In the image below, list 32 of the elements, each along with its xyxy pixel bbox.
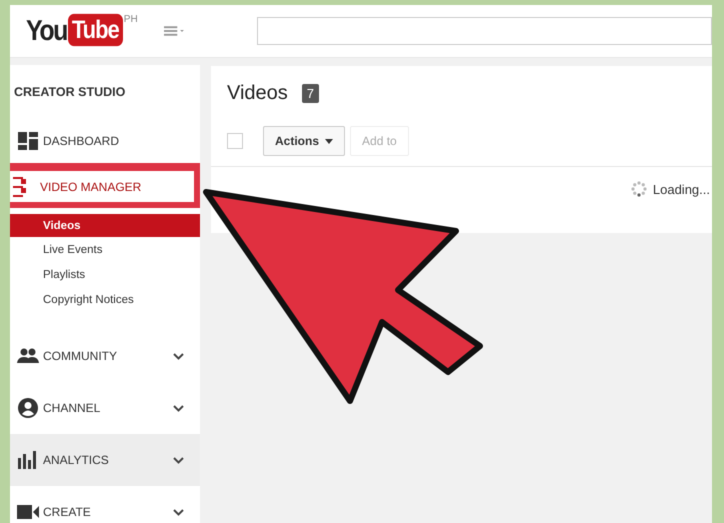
region-label: PH <box>124 14 138 25</box>
submenu-item[interactable]: Copyright Notices <box>10 287 200 312</box>
chevron-down-icon[interactable] <box>173 352 184 360</box>
search-field[interactable] <box>256 17 712 45</box>
page-title: Videos <box>227 82 288 105</box>
chevron-down-icon[interactable] <box>173 508 184 516</box>
people-icon <box>16 348 38 364</box>
dashboard-icon <box>18 132 38 150</box>
sidebar-item[interactable]: CHANNEL <box>10 382 200 434</box>
logo-text[interactable]: You <box>26 14 67 48</box>
menu-icon[interactable] <box>164 26 185 36</box>
sidebar-item[interactable]: CREATE <box>10 486 200 523</box>
caret-icon <box>325 138 334 144</box>
count-badge: 7 <box>302 84 320 103</box>
select-all-checkbox[interactable] <box>227 133 243 149</box>
sidebar-item[interactable]: COMMUNITY <box>10 330 200 382</box>
sidebar-item[interactable]: DASHBOARD <box>10 115 200 167</box>
chevron-down-icon[interactable] <box>173 456 184 464</box>
video-camera-icon <box>16 505 38 519</box>
sidebar-title: CREATOR STUDIO <box>13 85 126 99</box>
submenu-item[interactable]: Live Events <box>10 237 200 262</box>
actions-dropdown[interactable]: Actions <box>263 126 346 156</box>
spinner-icon <box>630 181 647 197</box>
sidebar-item[interactable]: VIDEO MANAGER <box>10 171 194 202</box>
sidebar-item[interactable]: ANALYTICS <box>10 434 200 486</box>
bar-chart-icon <box>18 451 38 469</box>
submenu-item[interactable]: Playlists <box>10 262 200 287</box>
person-circle-icon <box>18 398 38 418</box>
chevron-down-icon[interactable] <box>173 404 184 412</box>
logo-badge[interactable]: Tube <box>68 14 123 46</box>
loading-text: Loading... <box>652 182 710 196</box>
submenu-item[interactable]: Videos <box>10 214 200 237</box>
